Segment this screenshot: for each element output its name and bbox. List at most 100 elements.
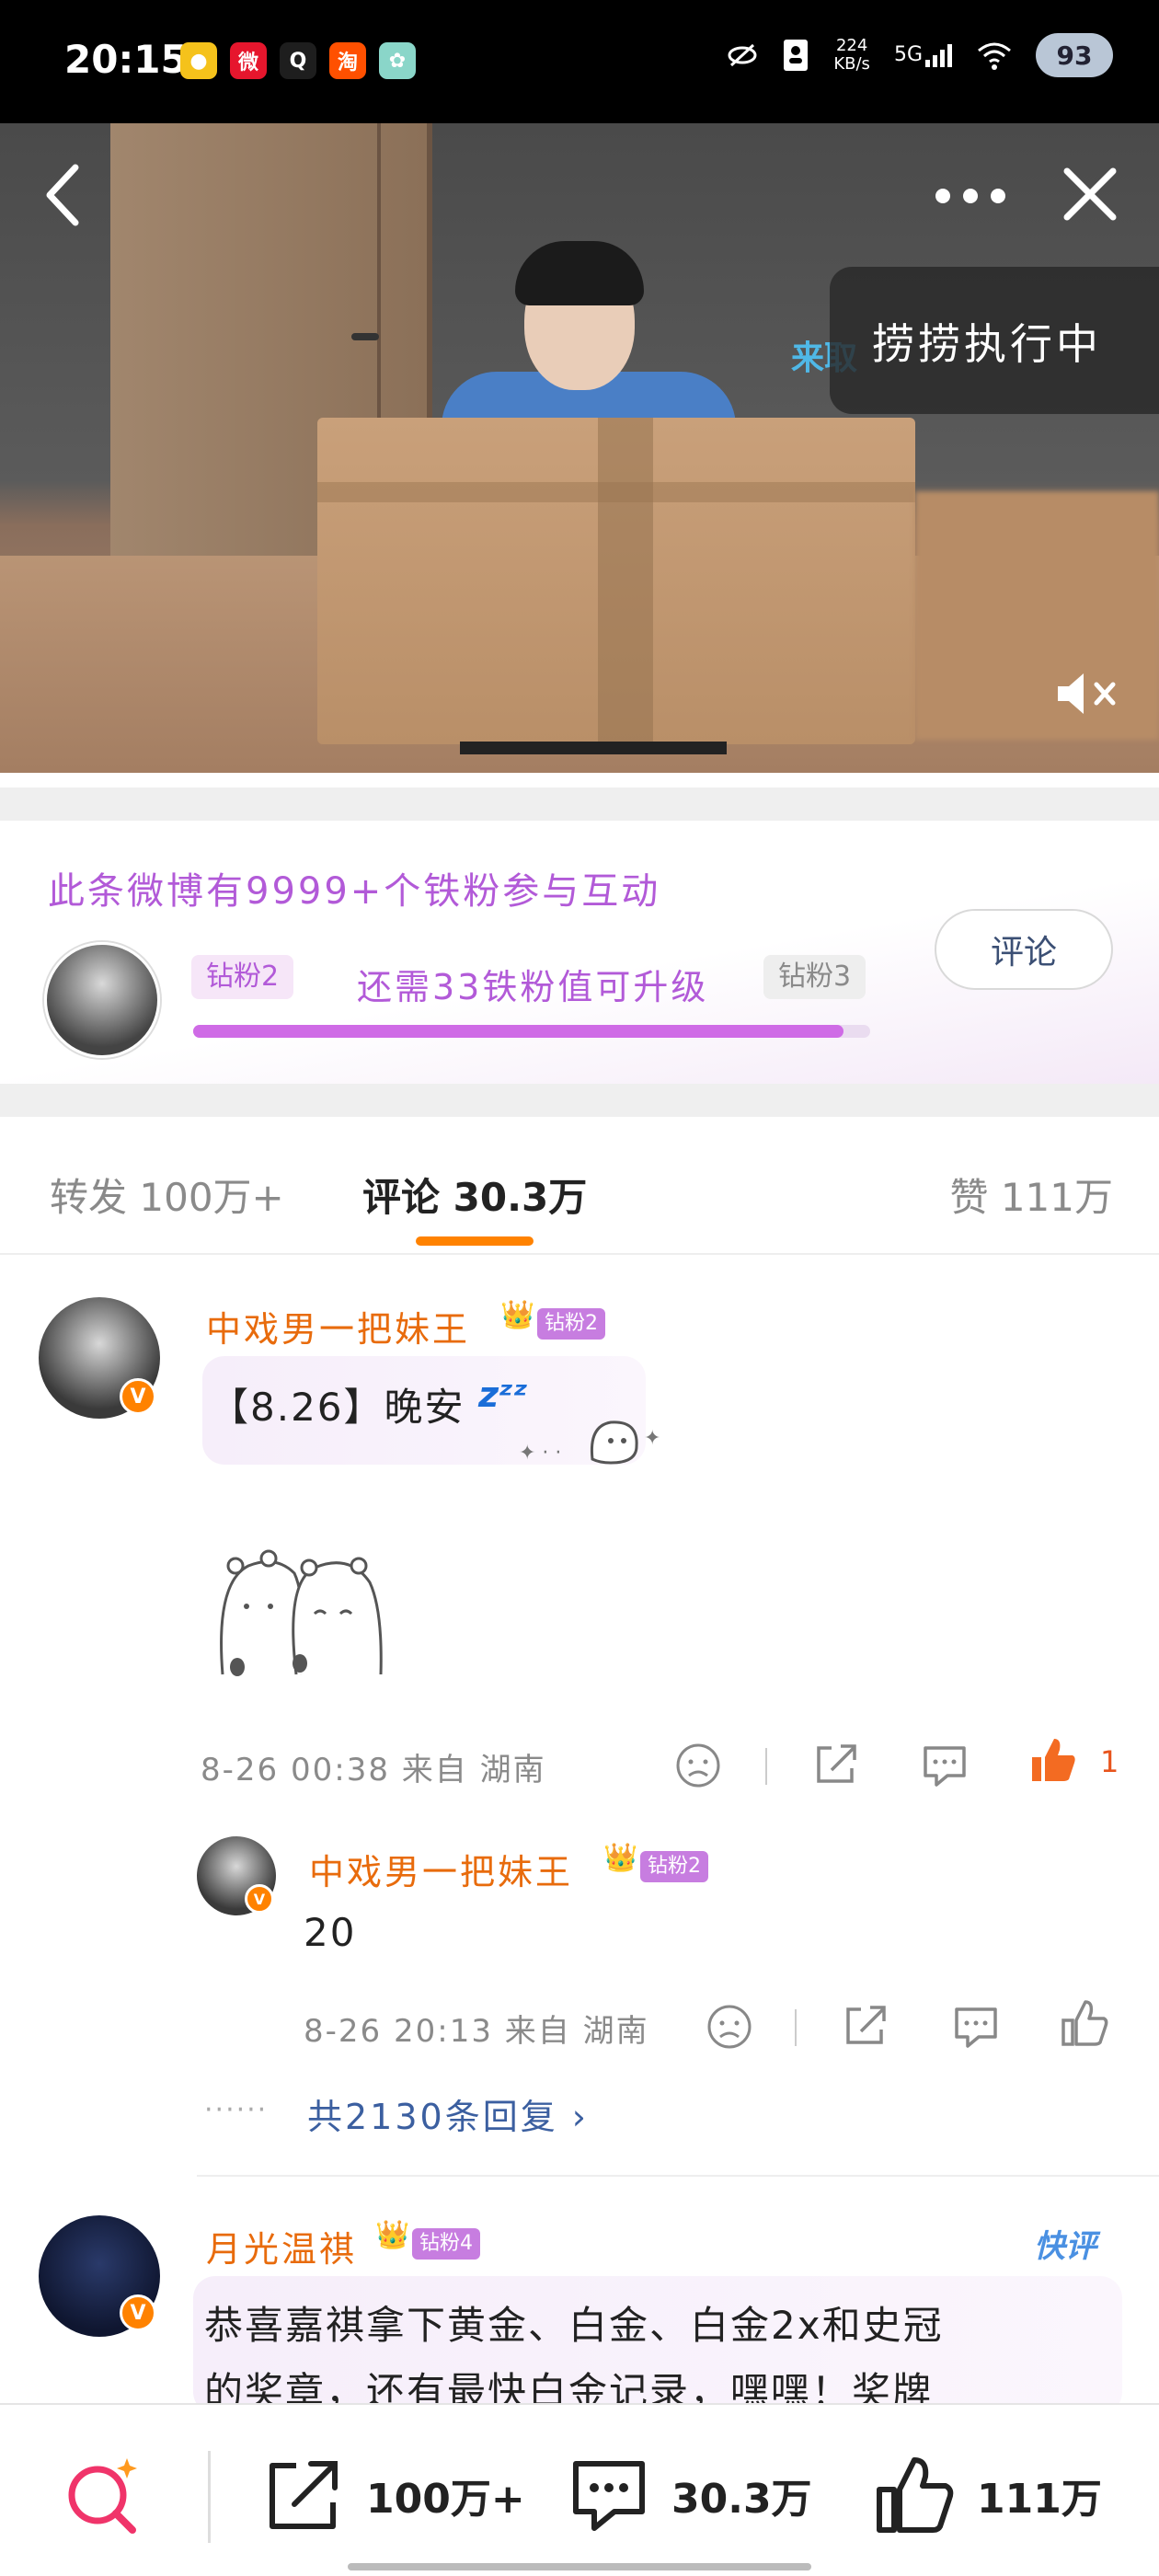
thumbs-up-icon[interactable]	[1028, 1735, 1078, 1785]
tab-repost-label: 转发	[50, 1175, 128, 1220]
comment-bar-button[interactable]: 30.3万	[567, 2449, 812, 2541]
fan-level-badge: 钻粉2	[640, 1851, 708, 1882]
fan-avatar[interactable]	[44, 942, 160, 1058]
status-toast: 捞捞执行中	[830, 267, 1159, 414]
eye-off-icon	[728, 43, 757, 67]
net-speed: 224 KB/s	[833, 37, 870, 74]
video-scene-door-handle	[351, 333, 379, 340]
video-player[interactable]: 来取 捞捞执行中	[0, 123, 1159, 773]
contact-card-icon	[784, 40, 809, 71]
reply-location: 来自 湖南	[504, 2013, 649, 2050]
comment-meta: 8-26 00:38 来自 湖南	[201, 1744, 546, 1789]
comment-author[interactable]: 中戏男一把妹王	[206, 1301, 470, 1351]
crown-icon: 👑	[375, 2219, 410, 2251]
signal-bars-icon	[925, 44, 952, 67]
share-icon[interactable]	[811, 1739, 861, 1788]
reply-bubble-icon[interactable]	[920, 1741, 970, 1790]
bear-sticker-image	[220, 1549, 383, 1676]
fan-interaction-panel: 此条微博有9999+个铁粉参与互动 钻粉2 还需33铁粉值可升级 钻粉3 评论	[0, 821, 1159, 1084]
current-fan-level-badge: 钻粉2	[191, 955, 294, 999]
comment-text-line-1: 恭喜嘉祺拿下黄金、白金、白金2x和史冠	[204, 2303, 944, 2348]
sticker-ghost-icon: ✦ · · ✦	[519, 1420, 660, 1465]
comment-count: 30.3万	[671, 2476, 812, 2523]
fan-progress-fill	[193, 1025, 843, 1038]
tab-likes-count: 111万	[1000, 1175, 1113, 1220]
fruit-app-icon: ●	[180, 42, 217, 79]
fan-level-badge: 钻粉2	[537, 1308, 605, 1340]
comment-button[interactable]: 评论	[935, 909, 1113, 990]
tab-likes[interactable]: 赞 111万	[949, 1167, 1113, 1223]
like-count: 111万	[977, 2476, 1102, 2523]
bottom-bar-divider	[208, 2451, 211, 2543]
active-tab-indicator	[416, 1236, 534, 1246]
taobao-icon: 淘	[329, 42, 366, 79]
comment-text: 【8.26】晚安	[210, 1385, 465, 1430]
verified-badge-icon: V	[120, 1378, 156, 1415]
notification-app-icons: ● 微 Q 淘 ✿	[180, 42, 416, 79]
crown-icon: 👑	[500, 1299, 535, 1331]
mute-icon[interactable]	[1052, 666, 1122, 721]
home-indicator[interactable]	[348, 2563, 811, 2570]
battery-indicator: 93	[1036, 33, 1113, 77]
repost-icon	[270, 2461, 338, 2529]
tab-comments-label: 评论	[362, 1175, 441, 1220]
reply-text: 20	[304, 1910, 357, 1955]
reply-author[interactable]: 中戏男一把妹王	[309, 1844, 573, 1894]
video-scene-person-hair	[515, 241, 644, 305]
fan-level-badge: 钻粉4	[412, 2228, 480, 2260]
wifi-icon	[978, 42, 1011, 70]
thumbs-up-icon[interactable]	[1060, 1998, 1109, 2048]
thumbs-up-icon	[877, 2457, 954, 2533]
repost-count: 100万+	[366, 2476, 525, 2523]
interaction-tabs: 转发 100万+ 评论 30.3万 赞 111万	[0, 1117, 1159, 1255]
video-scene-box-tape	[598, 418, 653, 744]
next-fan-level-badge: 钻粉3	[763, 955, 866, 999]
dislike-face-icon[interactable]	[705, 2002, 754, 2052]
dislike-face-icon[interactable]	[673, 1741, 723, 1790]
section-gap	[0, 1084, 1159, 1117]
svg-text:✦: ✦	[644, 1427, 660, 1450]
comment-author[interactable]: 月光温祺	[206, 2221, 357, 2271]
comment-like-count: 1	[1100, 1744, 1119, 1779]
more-options-icon[interactable]	[929, 182, 1012, 210]
comment-icon	[573, 2461, 645, 2531]
fan-panel-title: 此条微博有9999+个铁粉参与互动	[48, 870, 661, 913]
tab-repost-count: 100万+	[139, 1175, 284, 1220]
verified-badge-icon: V	[245, 1884, 274, 1914]
status-indicators: 224 KB/s 5G 93	[727, 33, 1113, 77]
action-divider	[765, 1748, 767, 1785]
share-icon[interactable]	[841, 2000, 890, 2050]
net-speed-unit: KB/s	[833, 54, 870, 74]
search-icon[interactable]	[63, 2453, 145, 2536]
status-bar: 20:15 ● 微 Q 淘 ✿ 224 KB/s 5G 93	[0, 0, 1159, 123]
close-icon[interactable]	[1058, 162, 1122, 226]
tab-repost[interactable]: 转发 100万+	[50, 1167, 284, 1223]
svg-text:✦ · ·: ✦ · ·	[519, 1442, 561, 1465]
tab-comments[interactable]: 评论 30.3万	[362, 1167, 587, 1223]
comment-divider	[197, 2175, 1159, 2177]
video-scene-base	[460, 742, 727, 754]
video-scene-box-tape-horizontal	[317, 482, 915, 502]
repost-button[interactable]: 100万+	[261, 2449, 525, 2541]
back-arrow-icon[interactable]	[39, 158, 94, 232]
tab-comments-count: 30.3万	[453, 1175, 588, 1220]
qq-icon: Q	[280, 42, 316, 79]
like-bar-button[interactable]: 111万	[872, 2449, 1102, 2541]
section-gap	[0, 788, 1159, 821]
reply-dots-decoration: ······	[204, 2094, 269, 2126]
view-replies-link[interactable]: 共2130条回复 ›	[307, 2088, 589, 2139]
quick-review-tag: 快评	[1034, 2228, 1096, 2265]
video-scene-box-blurred	[915, 491, 1159, 740]
crown-icon: 👑	[603, 1842, 638, 1874]
comment-time: 8-26 00:38	[201, 1752, 390, 1788]
weibo-icon: 微	[230, 42, 267, 79]
tab-likes-label: 赞	[949, 1175, 989, 1220]
status-time: 20:15	[64, 37, 188, 82]
toast-text: 捞捞执行中	[872, 319, 1102, 369]
reply-bubble-icon[interactable]	[951, 2002, 1001, 2052]
reply-meta: 8-26 20:13 来自 湖南	[304, 2006, 649, 2051]
net-speed-value: 224	[835, 36, 868, 55]
fan-upgrade-text: 还需33铁粉值可升级	[357, 967, 709, 1007]
bottom-action-bar: 100万+ 30.3万 111万	[0, 2403, 1159, 2576]
network-type: 5G	[893, 43, 923, 66]
